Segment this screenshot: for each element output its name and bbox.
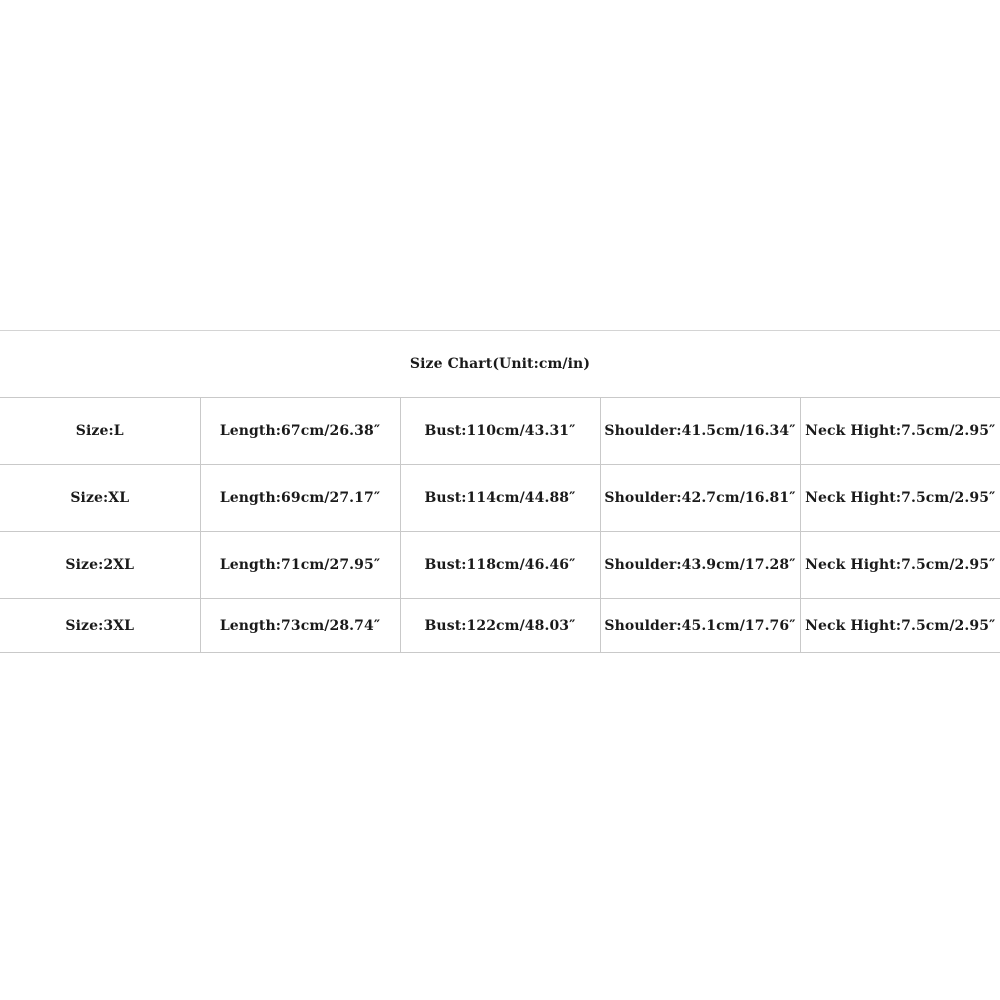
size-chart-title: Size Chart(Unit:cm/in) <box>0 330 1000 398</box>
neck-height-cell: Neck Hight:7.5cm/2.95″ <box>799 531 1000 599</box>
size-cell: Size:3XL <box>0 598 201 653</box>
bust-cell: Bust:118cm/46.46″ <box>399 531 601 599</box>
shoulder-cell: Shoulder:45.1cm/17.76″ <box>599 598 801 653</box>
size-chart-table: Size Chart(Unit:cm/in) Size:L Length:67c… <box>0 330 1000 653</box>
length-cell: Length:71cm/27.95″ <box>199 531 401 599</box>
length-cell: Length:73cm/28.74″ <box>199 598 401 653</box>
neck-height-cell: Neck Hight:7.5cm/2.95″ <box>799 397 1000 465</box>
size-cell: Size:XL <box>0 464 201 532</box>
shoulder-cell: Shoulder:42.7cm/16.81″ <box>599 464 801 532</box>
neck-height-cell: Neck Hight:7.5cm/2.95″ <box>799 598 1000 653</box>
length-cell: Length:69cm/27.17″ <box>199 464 401 532</box>
bust-cell: Bust:114cm/44.88″ <box>399 464 601 532</box>
table-row: Size:L Length:67cm/26.38″ Bust:110cm/43.… <box>0 397 1000 465</box>
size-chart-title-row: Size Chart(Unit:cm/in) <box>0 330 1000 398</box>
shoulder-cell: Shoulder:41.5cm/16.34″ <box>599 397 801 465</box>
neck-height-cell: Neck Hight:7.5cm/2.95″ <box>799 464 1000 532</box>
table-row: Size:3XL Length:73cm/28.74″ Bust:122cm/4… <box>0 598 1000 653</box>
table-row: Size:XL Length:69cm/27.17″ Bust:114cm/44… <box>0 464 1000 532</box>
shoulder-cell: Shoulder:43.9cm/17.28″ <box>599 531 801 599</box>
length-cell: Length:67cm/26.38″ <box>199 397 401 465</box>
size-cell: Size:2XL <box>0 531 201 599</box>
bust-cell: Bust:122cm/48.03″ <box>399 598 601 653</box>
table-row: Size:2XL Length:71cm/27.95″ Bust:118cm/4… <box>0 531 1000 599</box>
bust-cell: Bust:110cm/43.31″ <box>399 397 601 465</box>
size-cell: Size:L <box>0 397 201 465</box>
